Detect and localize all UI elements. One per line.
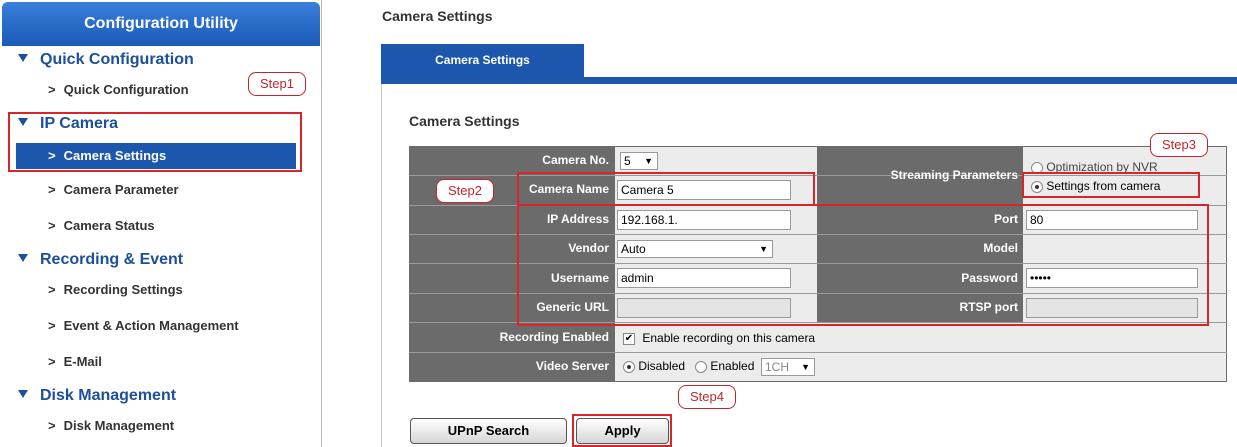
sidebar-item-camera-parameter[interactable]: > Camera Parameter xyxy=(16,177,296,203)
sidebar-item-email[interactable]: > E-Mail xyxy=(16,349,296,375)
sidebar-item-camera-status[interactable]: > Camera Status xyxy=(16,213,296,239)
section-disk-management[interactable]: Disk Management xyxy=(18,384,176,408)
camera-no-select[interactable]: 5 ▼ xyxy=(620,152,658,170)
collapse-triangle-icon xyxy=(18,253,28,262)
sidebar-item-recording-settings[interactable]: > Recording Settings xyxy=(16,277,296,303)
collapse-triangle-icon xyxy=(18,53,28,62)
dropdown-arrow-icon: ▼ xyxy=(644,156,653,166)
step2-callout: Step2 xyxy=(436,179,494,203)
chevron-right-icon: > xyxy=(48,354,56,369)
video-server-enabled-radio[interactable] xyxy=(695,360,707,373)
camera-no-label: Camera No. xyxy=(542,153,609,167)
upnp-search-button[interactable]: UPnP Search xyxy=(410,418,567,444)
section-quick-configuration[interactable]: Quick Configuration xyxy=(18,48,194,72)
tab-camera-settings[interactable]: Camera Settings xyxy=(381,44,584,77)
step4-callout: Step4 xyxy=(678,385,736,409)
sidebar: Configuration Utility Quick Configuratio… xyxy=(0,0,322,447)
recording-enabled-checkbox[interactable]: ✔ xyxy=(623,332,635,345)
step2-highlight-name xyxy=(517,172,815,206)
step4-highlight xyxy=(572,414,672,447)
step3-callout: Step3 xyxy=(1150,133,1208,157)
sidebar-item-event-action-management[interactable]: > Event & Action Management xyxy=(16,313,296,339)
video-server-enabled[interactable]: Enabled xyxy=(695,359,754,373)
chevron-right-icon: > xyxy=(48,418,56,433)
video-server-disabled[interactable]: Disabled xyxy=(623,359,685,373)
recording-enabled-label: Recording Enabled xyxy=(499,330,609,344)
chevron-right-icon: > xyxy=(48,82,56,97)
sidebar-title: Configuration Utility xyxy=(2,2,320,46)
chevron-right-icon: > xyxy=(48,182,56,197)
video-server-label: Video Server xyxy=(535,359,609,373)
tab-underline xyxy=(381,77,1237,84)
section-recording-event[interactable]: Recording & Event xyxy=(18,248,183,272)
box-title: Camera Settings xyxy=(409,113,520,129)
dropdown-arrow-icon: ▼ xyxy=(801,362,810,372)
step1-highlight xyxy=(8,112,302,172)
sidebar-item-disk-management[interactable]: > Disk Management xyxy=(16,413,296,439)
recording-enable-row: ✔ Enable recording on this camera xyxy=(623,331,816,345)
collapse-triangle-icon xyxy=(18,389,28,398)
step3-highlight xyxy=(1022,172,1200,198)
page-title: Camera Settings xyxy=(382,8,493,24)
step2-highlight-fields xyxy=(517,204,1209,326)
video-channel-select[interactable]: 1CH ▼ xyxy=(761,358,815,376)
step1-callout: Step1 xyxy=(248,72,306,96)
chevron-right-icon: > xyxy=(48,282,56,297)
chevron-right-icon: > xyxy=(48,318,56,333)
chevron-right-icon: > xyxy=(48,218,56,233)
tab-bar: Camera Settings xyxy=(381,44,1237,84)
video-server-disabled-radio[interactable] xyxy=(623,360,635,373)
streaming-parameters-label: Streaming Parameters xyxy=(890,168,1018,182)
